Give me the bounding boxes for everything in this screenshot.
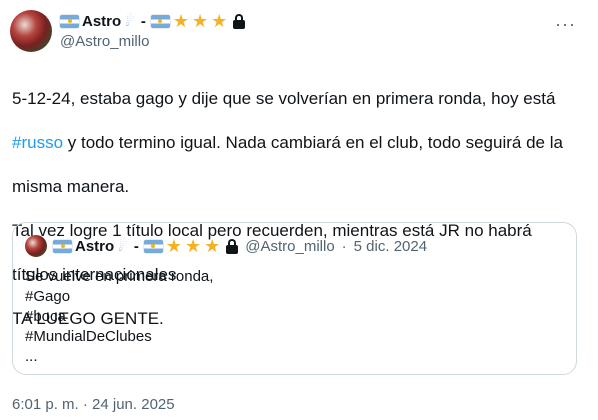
quoted-handle: @Astro_millo (245, 237, 335, 255)
star-icon: ★ (184, 236, 202, 256)
star-icon: ★ (172, 11, 189, 31)
lock-icon (233, 13, 246, 29)
quoted-dot: · (341, 237, 347, 255)
quoted-text: Se vuelve en primera ronda, #Gago #boca … (25, 267, 213, 367)
tweet-text-line: #russo y todo termino igual. Nada cambia… (12, 132, 588, 154)
tweet-timestamp[interactable]: 6:01 p. m. · 24 jun. 2025 (12, 396, 175, 413)
comet-icon: ☄ (121, 11, 138, 30)
quoted-tweet[interactable]: Astro ☄ - ★ ★ ★ @Astro_millo · 5 dic. 20… (12, 222, 577, 375)
quoted-header: Astro ☄ - ★ ★ ★ @Astro_millo · 5 dic. 20… (53, 235, 427, 257)
star-icon: ★ (165, 236, 182, 256)
quoted-author-name: Astro (75, 237, 115, 255)
tweet-text-line: misma manera. (12, 177, 130, 196)
quoted-text-line: #MundialDeClubes (25, 328, 152, 345)
argentina-flag-icon (60, 14, 79, 28)
argentina-flag-icon (150, 14, 170, 28)
quoted-text-line: #boca (25, 308, 66, 325)
avatar[interactable] (10, 10, 52, 52)
quoted-text-line: Se vuelve en primera ronda, (25, 268, 214, 285)
quoted-text-line: #Gago (25, 288, 71, 305)
name-separator: - (140, 12, 146, 30)
argentina-flag-icon (53, 239, 72, 253)
hashtag-link[interactable]: #russo (12, 133, 63, 152)
lock-icon (226, 238, 239, 254)
star-icon: ★ (211, 11, 228, 31)
star-icon: ★ (204, 236, 221, 256)
argentina-flag-icon (143, 239, 163, 253)
tweet-text-line: 5-12-24, estaba gago y dije que se volve… (12, 89, 556, 108)
comet-icon: ☄ (114, 236, 131, 255)
author-name-row[interactable]: Astro ☄ - ★ ★ ★ (60, 10, 246, 32)
more-icon[interactable]: ··· (555, 14, 576, 35)
name-separator: - (133, 237, 139, 255)
tweet-text-segment: y todo termino igual. Nada cambiará en e… (63, 133, 563, 152)
quoted-date: 5 dic. 2024 (353, 237, 428, 255)
author-name[interactable]: Astro (82, 13, 121, 30)
star-icon: ★ (191, 11, 209, 31)
quoted-avatar (25, 235, 47, 257)
author-handle[interactable]: @Astro_millo (60, 33, 149, 50)
quoted-text-line: ... (25, 348, 38, 365)
